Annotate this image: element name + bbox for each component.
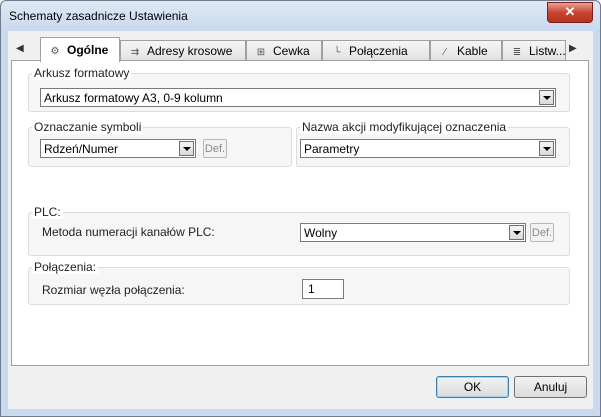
tab-strip: ◀ ⚙ Ogólne ⇉ Adresy krosowe ⊞ Cewka └ Połącz… bbox=[8, 37, 593, 62]
general-settings-icon: ⚙ bbox=[50, 46, 60, 57]
tab-listwy[interactable]: ≣ Listw... bbox=[502, 40, 566, 61]
dialog-client-area: ◀ ⚙ Ogólne ⇉ Adresy krosowe ⊞ Cewka └ Połącz… bbox=[8, 31, 593, 409]
nazwa-akcji-select[interactable]: Parametry bbox=[300, 139, 556, 158]
nazwa-akcji-value: Parametry bbox=[304, 142, 360, 156]
chevron-down-icon[interactable] bbox=[509, 225, 524, 240]
tab-label: Adresy krosowe bbox=[147, 44, 233, 58]
node-size-input[interactable]: 1 bbox=[302, 279, 344, 299]
tab-label: Połączenia bbox=[349, 44, 408, 58]
chevron-down-icon[interactable] bbox=[179, 141, 194, 156]
tab-page-ogolne: Arkusz formatowy Arkusz formatowy A3, 0-… bbox=[11, 60, 589, 366]
ok-button[interactable]: OK bbox=[436, 376, 509, 398]
oznaczanie-value: Rdzeń/Numer bbox=[44, 142, 119, 156]
close-button[interactable]: ✕ bbox=[547, 2, 593, 23]
oznaczanie-label: Oznaczanie symboli bbox=[32, 120, 144, 134]
plc-value: Wolny bbox=[304, 226, 338, 240]
cancel-button[interactable]: Anuluj bbox=[514, 376, 587, 398]
plc-numbering-label: Metoda numeracji kanałów PLC: bbox=[42, 225, 215, 239]
arkusz-value: Arkusz formatowy A3, 0-9 kolumn bbox=[44, 91, 223, 105]
terminal-strip-icon: ≣ bbox=[512, 47, 522, 58]
plc-label: PLC: bbox=[32, 205, 63, 219]
window-title: Schematy zasadnicze Ustawienia bbox=[9, 9, 188, 23]
polaczenia-label: Połączenia: bbox=[32, 260, 99, 274]
oznaczanie-def-button[interactable]: Def. bbox=[203, 139, 227, 158]
arkusz-label: Arkusz formatowy bbox=[32, 66, 132, 80]
chevron-down-icon[interactable] bbox=[539, 141, 554, 156]
node-size-label: Rozmiar węzła połączenia: bbox=[42, 283, 185, 297]
tab-adresy-krosowe[interactable]: ⇉ Adresy krosowe bbox=[120, 40, 246, 61]
tab-scroll-left-icon[interactable]: ◀ bbox=[16, 43, 24, 54]
plc-numbering-select[interactable]: Wolny bbox=[300, 223, 526, 242]
tab-label: Ogólne bbox=[67, 43, 109, 57]
plc-def-button[interactable]: Def. bbox=[530, 223, 554, 242]
oznaczanie-symboli-select[interactable]: Rdzeń/Numer bbox=[40, 139, 196, 158]
chevron-down-icon[interactable] bbox=[539, 90, 554, 105]
tab-label: Cewka bbox=[273, 44, 310, 58]
tab-kable[interactable]: ⁄ Kable bbox=[430, 40, 502, 61]
tab-cewka[interactable]: ⊞ Cewka bbox=[246, 40, 322, 61]
tab-ogolne[interactable]: ⚙ Ogólne bbox=[40, 37, 120, 62]
tab-polaczenia[interactable]: └ Połączenia bbox=[322, 40, 430, 61]
tab-label: Kable bbox=[457, 44, 488, 58]
nazwa-akcji-label: Nazwa akcji modyfikującej oznaczenia bbox=[300, 120, 509, 134]
settings-dialog: Schematy zasadnicze Ustawienia ✕ ◀ ⚙ Ogól… bbox=[0, 0, 601, 417]
tab-label: Listw... bbox=[529, 44, 566, 58]
arkusz-formatowy-select[interactable]: Arkusz formatowy A3, 0-9 kolumn bbox=[40, 88, 556, 107]
tab-scroll-right-icon[interactable]: ▶ bbox=[569, 43, 577, 54]
title-bar: Schematy zasadnicze Ustawienia ✕ bbox=[1, 1, 600, 31]
